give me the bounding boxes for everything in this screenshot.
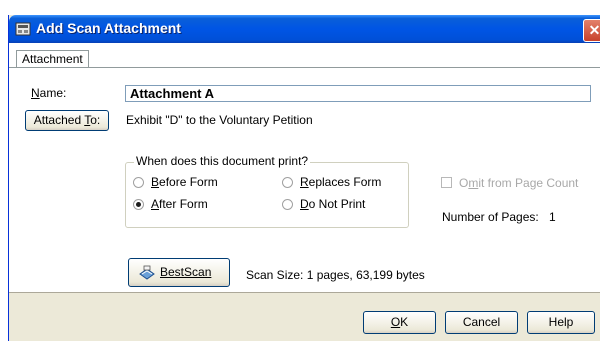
name-label: Name:	[31, 86, 67, 100]
omit-page-count-checkbox[interactable]	[441, 177, 452, 188]
page-count-value: 1	[549, 210, 556, 224]
window-title: Add Scan Attachment	[36, 20, 181, 36]
ok-button[interactable]: OK	[363, 311, 436, 334]
print-options-group: When does this document print? Before Fo…	[125, 154, 409, 228]
tab-attachment[interactable]: Attachment	[16, 50, 89, 68]
radio-after-form[interactable]: After Form	[133, 197, 208, 211]
omit-page-count-label: Omit from Page Count	[459, 176, 579, 190]
page-count-label: Number of Pages:	[442, 210, 539, 224]
help-button[interactable]: Help	[527, 311, 595, 334]
cancel-button[interactable]: Cancel	[445, 311, 518, 334]
dialog-window: Add Scan Attachment ✕ Attachment Name: A…	[8, 15, 600, 341]
app-icon	[15, 22, 31, 36]
close-icon[interactable]: ✕	[583, 19, 600, 42]
tab-strip: Attachment	[9, 43, 600, 68]
radio-do-not-print[interactable]: Do Not Print	[282, 197, 365, 211]
name-field[interactable]: Attachment A	[125, 85, 591, 102]
radio-circle	[282, 198, 293, 210]
attachment-panel: Name: Attachment A Attached To: Exhibit …	[9, 67, 600, 292]
radio-before-form[interactable]: Before Form	[133, 175, 218, 189]
attached-to-button[interactable]: Attached To:	[25, 110, 109, 131]
print-group-legend: When does this document print?	[134, 154, 311, 168]
scan-size-text: Scan Size: 1 pages, 63,199 bytes	[246, 268, 425, 282]
footer-divider	[9, 292, 600, 293]
attached-to-value: Exhibit "D" to the Voluntary Petition	[126, 113, 313, 127]
scanner-icon	[139, 265, 155, 280]
radio-circle-checked	[133, 198, 144, 210]
radio-replaces-form[interactable]: Replaces Form	[282, 175, 381, 189]
radio-circle	[133, 176, 144, 188]
bestscan-button[interactable]: BestScan	[128, 258, 230, 287]
bestscan-label: BestScan	[160, 265, 212, 279]
radio-circle	[282, 176, 293, 188]
title-bar[interactable]: Add Scan Attachment ✕	[9, 15, 600, 43]
